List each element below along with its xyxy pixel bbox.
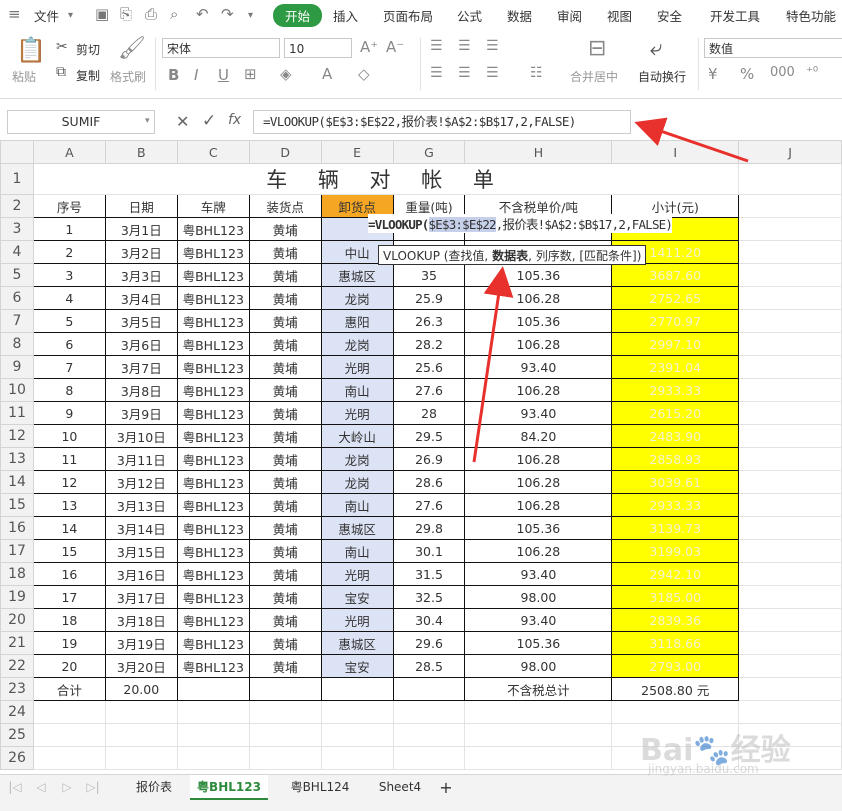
add-sheet-icon[interactable]: + — [436, 775, 456, 800]
arrow-to-formula — [634, 117, 749, 163]
watermark-url: jingyan.baidu.com — [648, 762, 759, 776]
next-sheet-icon[interactable]: ▷ — [58, 775, 76, 800]
first-sheet-icon[interactable]: |◁ — [6, 775, 24, 800]
sheet-tabs-bar: |◁ ◁ ▷ ▷| 报价表 粤BHL123 粤BHL124 Sheet4 + — [0, 774, 842, 800]
sheet-tab-quotes[interactable]: 报价表 — [120, 775, 188, 800]
annotation-arrows — [472, 117, 749, 463]
arrow-to-tooltip — [472, 266, 514, 463]
prev-sheet-icon[interactable]: ◁ — [32, 775, 50, 800]
sheet-tab-bhl123[interactable]: 粤BHL123 — [190, 775, 268, 800]
sheet-tab-bhl124[interactable]: 粤BHL124 — [272, 775, 368, 800]
status-bar — [0, 800, 842, 811]
last-sheet-icon[interactable]: ▷| — [84, 775, 102, 800]
sheet-tab-sheet4[interactable]: Sheet4 — [370, 775, 430, 800]
